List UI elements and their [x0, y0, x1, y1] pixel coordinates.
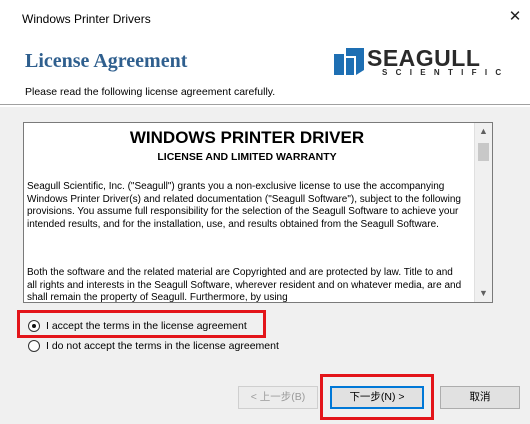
- decline-terms-label[interactable]: I do not accept the terms in the license…: [46, 340, 279, 352]
- cancel-button[interactable]: 取消: [440, 386, 520, 409]
- accept-highlight-box: [17, 310, 266, 338]
- license-subtitle: LICENSE AND LIMITED WARRANTY: [157, 151, 337, 163]
- decline-radio-button[interactable]: [28, 340, 40, 352]
- license-title: WINDOWS PRINTER DRIVER: [129, 128, 365, 147]
- logo-subtext: SCIENTIFIC: [382, 68, 510, 77]
- title-bar: Windows Printer Drivers ✕: [0, 0, 530, 38]
- license-paragraph: Both the software and the related materi…: [27, 267, 462, 303]
- page-title: License Agreement: [25, 50, 188, 72]
- scroll-up-icon[interactable]: ▲: [475, 123, 492, 140]
- seagull-bird-icon: [334, 48, 364, 75]
- scroll-down-icon[interactable]: ▼: [475, 285, 492, 302]
- license-textbox[interactable]: WINDOWS PRINTER DRIVER LICENSE AND LIMIT…: [23, 122, 493, 303]
- wizard-header: License Agreement Please read the follow…: [0, 38, 530, 106]
- close-icon[interactable]: ✕: [500, 4, 530, 30]
- header-divider: [0, 104, 530, 106]
- back-button[interactable]: < 上一步(B): [238, 386, 318, 409]
- window-title: Windows Printer Drivers: [22, 12, 151, 26]
- license-scrollbar[interactable]: ▲ ▼: [474, 123, 492, 302]
- scroll-thumb[interactable]: [478, 143, 489, 161]
- seagull-logo: SEAGULL SCIENTIFIC: [334, 45, 504, 79]
- next-highlight-box: [320, 374, 434, 420]
- license-paragraph: Seagull Scientific, Inc. ("Seagull") gra…: [27, 181, 461, 230]
- decline-terms-option[interactable]: I do not accept the terms in the license…: [28, 338, 279, 354]
- page-subtitle: Please read the following license agreem…: [25, 86, 276, 98]
